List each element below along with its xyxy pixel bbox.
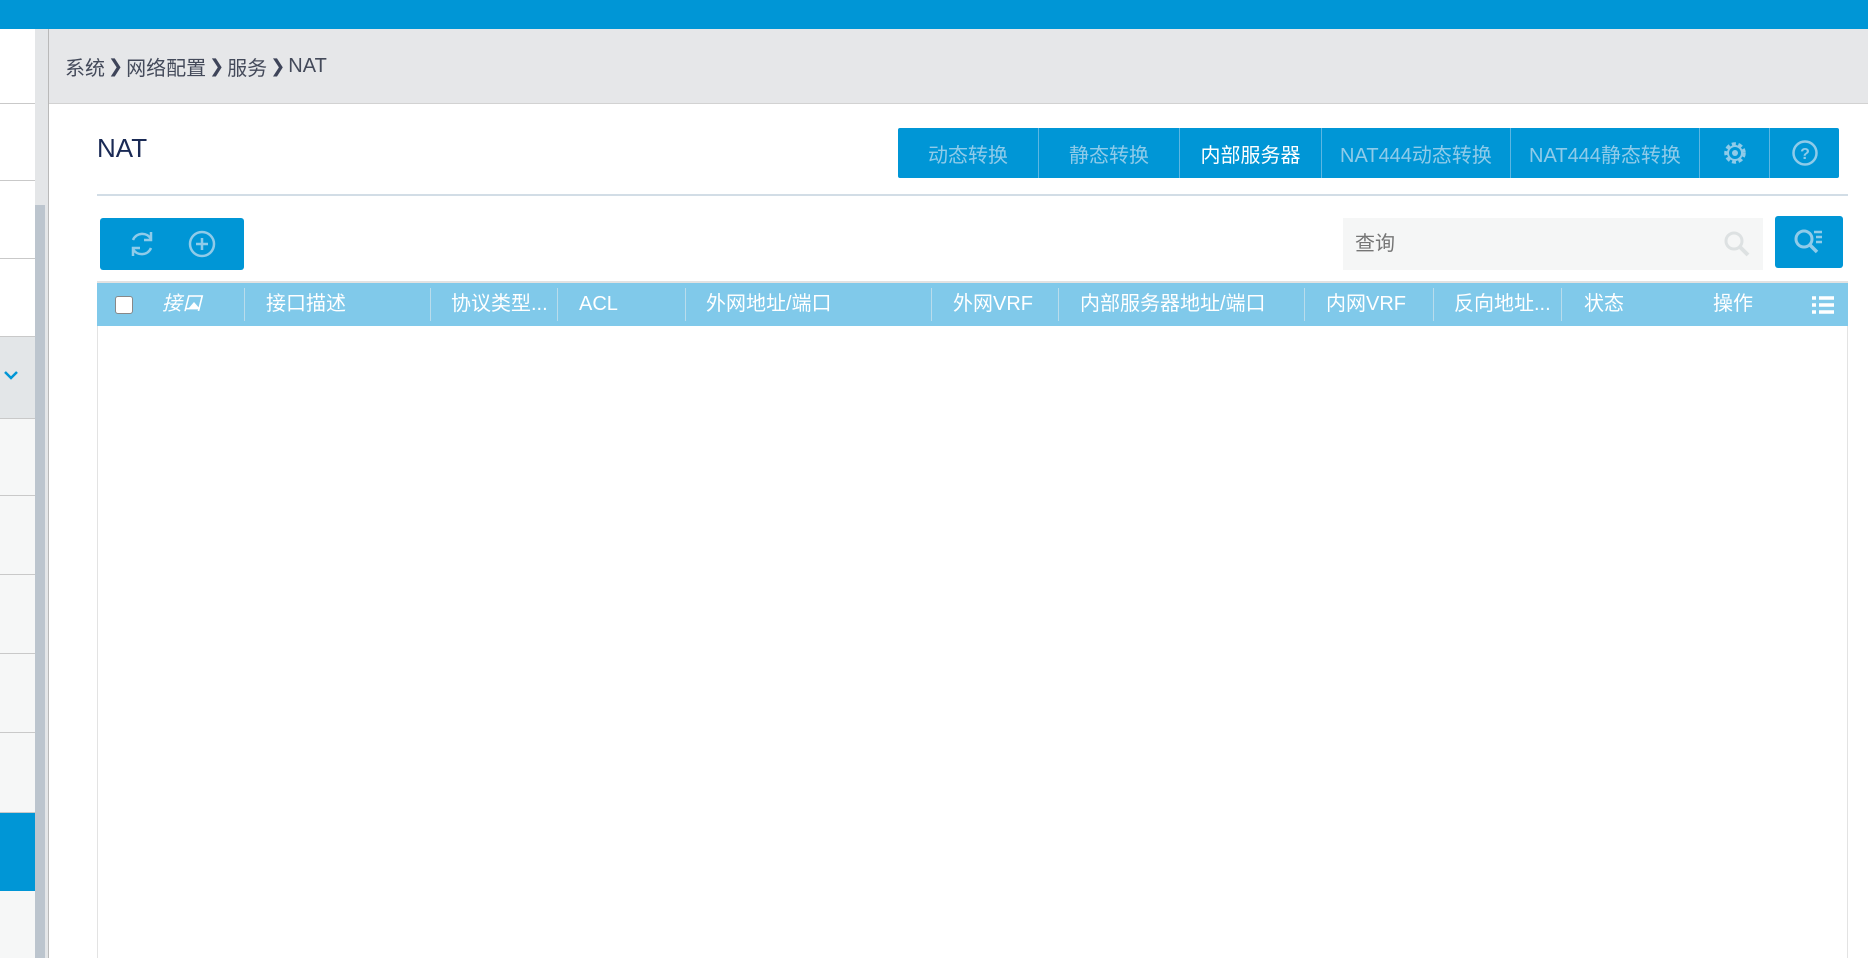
- column-header-external-address[interactable]: 外网地址/端口: [706, 283, 832, 326]
- search-box: [1343, 218, 1763, 270]
- column-header-internal-vrf[interactable]: 内网VRF: [1326, 283, 1406, 326]
- add-icon[interactable]: [186, 228, 218, 260]
- column-header-internal-server-address[interactable]: 内部服务器地址/端口: [1080, 283, 1266, 326]
- tab-static-nat[interactable]: 静态转换: [1039, 128, 1180, 178]
- chevron-right-icon: ❯: [209, 55, 225, 76]
- top-bar: [0, 0, 1868, 29]
- sidebar-item[interactable]: [0, 575, 35, 654]
- sidebar-item[interactable]: [0, 891, 35, 958]
- tab-nat444-dynamic[interactable]: NAT444动态转换: [1322, 128, 1511, 178]
- help-button[interactable]: ?: [1770, 128, 1839, 178]
- breadcrumb-item[interactable]: 服务: [227, 52, 267, 81]
- sidebar-item[interactable]: [0, 181, 35, 259]
- tab-internal-server[interactable]: 内部服务器: [1180, 128, 1322, 178]
- column-header-protocol[interactable]: 协议类型...: [451, 283, 548, 326]
- sidebar-item[interactable]: [0, 654, 35, 733]
- select-all-checkbox[interactable]: [115, 296, 133, 314]
- column-header-status[interactable]: 状态: [1584, 283, 1624, 326]
- column-header-actions: 操作: [1713, 293, 1753, 315]
- advanced-search-icon: [1794, 229, 1822, 254]
- sidebar-section-header[interactable]: [0, 337, 35, 419]
- chevron-down-icon: [4, 371, 18, 380]
- breadcrumb-item-current: NAT: [288, 54, 327, 77]
- scrollbar-thumb[interactable]: [35, 205, 45, 958]
- search-icon[interactable]: [1723, 230, 1751, 258]
- table-header: 接口 接口描述 协议类型... ACL 外网地址/端口 外网VRF 内部服务器地…: [97, 281, 1848, 326]
- advanced-search-button[interactable]: [1775, 216, 1843, 268]
- column-header-reverse-address[interactable]: 反向地址...: [1454, 283, 1551, 326]
- sidebar-item[interactable]: [0, 419, 35, 496]
- settings-button[interactable]: [1700, 128, 1770, 178]
- sidebar-item[interactable]: [0, 496, 35, 575]
- sidebar-item[interactable]: [0, 104, 35, 181]
- tab-dynamic-nat[interactable]: 动态转换: [898, 128, 1039, 178]
- svg-text:?: ?: [1800, 146, 1810, 163]
- table-toolbar: [100, 218, 244, 270]
- page-title: NAT: [97, 133, 148, 163]
- sidebar-item[interactable]: [0, 29, 35, 104]
- sidebar-item[interactable]: [0, 259, 35, 337]
- gear-icon: [1723, 142, 1746, 164]
- column-header-acl[interactable]: ACL: [579, 283, 618, 326]
- table-body: [97, 326, 1848, 958]
- tab-bar: 动态转换 静态转换 内部服务器 NAT444动态转换 NAT444静态转换 ?: [898, 128, 1839, 178]
- breadcrumb-item[interactable]: 网络配置: [126, 52, 206, 81]
- refresh-icon[interactable]: [126, 228, 158, 260]
- column-list-icon[interactable]: [1812, 295, 1834, 315]
- help-icon: ?: [1791, 140, 1818, 166]
- search-input[interactable]: [1343, 218, 1703, 270]
- sidebar: [0, 29, 35, 958]
- chevron-right-icon: ❯: [270, 55, 286, 76]
- tab-nat444-static[interactable]: NAT444静态转换: [1511, 128, 1700, 178]
- breadcrumb-item[interactable]: 系统: [65, 52, 105, 81]
- header-divider: [97, 194, 1848, 196]
- sort-asc-icon[interactable]: [187, 300, 201, 310]
- column-header-external-vrf[interactable]: 外网VRF: [953, 283, 1033, 326]
- breadcrumb: 系统 ❯ 网络配置 ❯ 服务 ❯ NAT: [49, 29, 1868, 104]
- chevron-right-icon: ❯: [108, 55, 124, 76]
- sidebar-item[interactable]: [0, 733, 35, 813]
- sidebar-item-active[interactable]: [0, 813, 35, 891]
- column-header-interface-desc[interactable]: 接口描述: [266, 283, 346, 326]
